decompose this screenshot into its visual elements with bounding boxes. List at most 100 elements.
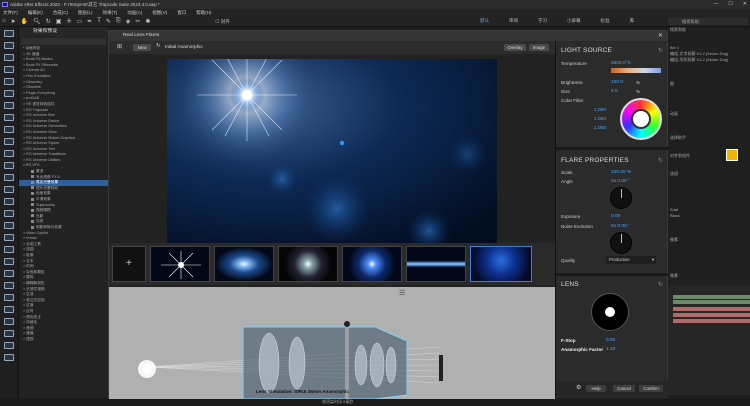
timeline-layer-bar[interactable] <box>673 319 750 323</box>
workspace-small-screen[interactable]: 小屏幕 <box>567 18 581 24</box>
menu-edit[interactable]: 编辑(E) <box>28 9 43 17</box>
settings-gear-icon[interactable]: ⚙ <box>576 384 581 391</box>
roto-tool-icon[interactable]: ✂ <box>135 18 140 26</box>
panel-icon[interactable] <box>4 66 14 73</box>
preset-thumbnail[interactable] <box>150 246 210 282</box>
panel-icon[interactable] <box>4 246 14 253</box>
panel-icon[interactable] <box>4 318 14 325</box>
workspace-learn[interactable]: 学习 <box>538 18 547 24</box>
menu-layer[interactable]: 图层(L) <box>78 9 93 17</box>
panel-icon[interactable] <box>4 294 14 301</box>
filter-blue-value[interactable]: 1.000 <box>594 126 606 131</box>
menu-animation[interactable]: 动画(A) <box>127 9 142 17</box>
pan-behind-tool-icon[interactable]: ✛ <box>66 18 71 26</box>
workspace-default[interactable]: 默认 <box>480 18 489 24</box>
panel-icon[interactable] <box>4 162 14 169</box>
angle-knob[interactable] <box>610 187 632 209</box>
color-swatch[interactable] <box>726 149 738 161</box>
home-icon[interactable]: ⌂ <box>2 18 6 26</box>
panel-icon[interactable] <box>4 270 14 277</box>
menu-help[interactable]: 帮助(H) <box>196 9 211 17</box>
panel-icon[interactable] <box>4 30 14 37</box>
workspace-standard[interactable]: 标准 <box>601 18 610 24</box>
menu-composition[interactable]: 合成(C) <box>53 9 68 17</box>
panel-icon[interactable] <box>4 234 14 241</box>
lens-simulation-view[interactable]: ☰ Lens Simulation: SIRUI 35mm Anamorphic <box>109 287 555 399</box>
workspace-review[interactable]: 审阅 <box>509 18 518 24</box>
preset-thumbnail[interactable] <box>214 246 274 282</box>
panel-icon[interactable] <box>4 150 14 157</box>
preset-thumbnail[interactable] <box>342 246 402 282</box>
pen-tool-icon[interactable]: ✒ <box>87 18 92 26</box>
brush-tool-icon[interactable]: ✎ <box>106 18 111 26</box>
menu-window[interactable]: 窗口 <box>177 9 186 17</box>
overlay-button[interactable]: Overlay <box>504 44 526 51</box>
panel-icon[interactable] <box>4 54 14 61</box>
panel-icon[interactable] <box>4 174 14 181</box>
angle-value[interactable]: 0x 0.00 ° <box>611 179 630 184</box>
panel-icon[interactable] <box>4 78 14 85</box>
hand-tool-icon[interactable]: ✋ <box>21 18 28 26</box>
menu-file[interactable]: 文件(F) <box>3 9 18 17</box>
puppet-tool-icon[interactable]: ✱ <box>145 18 150 26</box>
size-value[interactable]: 2.5 <box>611 89 618 94</box>
fstop-value[interactable]: 0.00 <box>606 338 615 343</box>
exposure-value[interactable]: 0.00 <box>611 214 620 219</box>
filter-red-value[interactable]: 1.000 <box>594 108 606 113</box>
panel-icon[interactable] <box>4 126 14 133</box>
lens-hamburger-icon[interactable]: ☰ <box>399 289 405 297</box>
quality-dropdown[interactable]: Production ▾ <box>606 256 656 264</box>
panel-icon[interactable] <box>4 42 14 49</box>
reset-flare-properties-icon[interactable]: ↻ <box>658 157 663 164</box>
panel-icon[interactable] <box>4 354 14 361</box>
rectangle-tool-icon[interactable]: ▭ <box>77 18 83 26</box>
selection-tool-icon[interactable]: ➤ <box>11 18 16 26</box>
panel-icon[interactable] <box>4 198 14 205</box>
eraser-tool-icon[interactable]: ◈ <box>126 18 131 26</box>
color-filter-wheel[interactable] <box>620 98 662 140</box>
timeline-layer-bar[interactable] <box>673 300 750 304</box>
image-button[interactable]: Image <box>529 44 549 51</box>
minimize-button[interactable]: — <box>713 0 718 9</box>
panel-icon[interactable] <box>4 306 14 313</box>
snap-checkbox[interactable]: ☐ 对齐 <box>215 18 229 26</box>
add-preset-thumbnail[interactable]: + <box>112 246 146 282</box>
menu-view[interactable]: 视图(V) <box>152 9 167 17</box>
flare-preview-canvas[interactable] <box>167 59 497 243</box>
aperture-preview[interactable] <box>591 293 629 331</box>
clone-tool-icon[interactable]: ⎘ <box>116 18 121 26</box>
panel-icon[interactable] <box>4 222 14 229</box>
preset-thumbnail[interactable] <box>470 246 532 282</box>
preset-thumbnail[interactable] <box>278 246 338 282</box>
effects-search-input[interactable] <box>21 38 106 45</box>
panel-icon[interactable] <box>4 138 14 145</box>
noise-evolution-knob[interactable] <box>610 232 632 254</box>
panel-icon[interactable] <box>4 114 14 121</box>
preset-name[interactable]: Initial Anamorphic <box>165 44 203 51</box>
confirm-button[interactable]: Confirm <box>639 385 663 392</box>
panel-icon[interactable] <box>4 210 14 217</box>
refresh-icon[interactable]: ↻ <box>156 43 161 49</box>
timeline-layer-bar[interactable] <box>673 313 750 317</box>
temperature-slider[interactable] <box>611 68 661 73</box>
panel-icon[interactable] <box>4 90 14 97</box>
scale-value[interactable]: 100.00 % <box>611 170 631 175</box>
cancel-button[interactable]: Cancel <box>613 385 635 392</box>
reset-lens-icon[interactable]: ↻ <box>658 281 663 288</box>
grid-menu-icon[interactable]: ⊞ <box>117 43 122 50</box>
preset-thumbnail[interactable] <box>406 246 466 282</box>
menu-effect[interactable]: 效果(T) <box>103 9 118 17</box>
plugin-close-icon[interactable]: ✕ <box>658 31 663 41</box>
anamorphic-factor-value[interactable]: 1.33 <box>606 347 615 352</box>
brightness-value[interactable]: 100.0 <box>611 80 623 85</box>
timeline-layer-bar[interactable] <box>673 295 750 299</box>
panel-icon[interactable] <box>4 186 14 193</box>
noise-evolution-value[interactable]: 0x 0.00 ° <box>611 224 630 229</box>
help-search-input[interactable]: 搜索帮助 <box>668 18 748 25</box>
maximize-button[interactable]: ☐ <box>728 0 732 9</box>
panel-icon[interactable] <box>4 102 14 109</box>
rotate-tool-icon[interactable]: ↻ <box>46 18 51 26</box>
effects-list-item[interactable]: > 透视 <box>19 337 108 343</box>
timeline-layer-bar[interactable] <box>673 307 750 311</box>
temperature-value[interactable]: 6500.0°K <box>611 61 631 66</box>
